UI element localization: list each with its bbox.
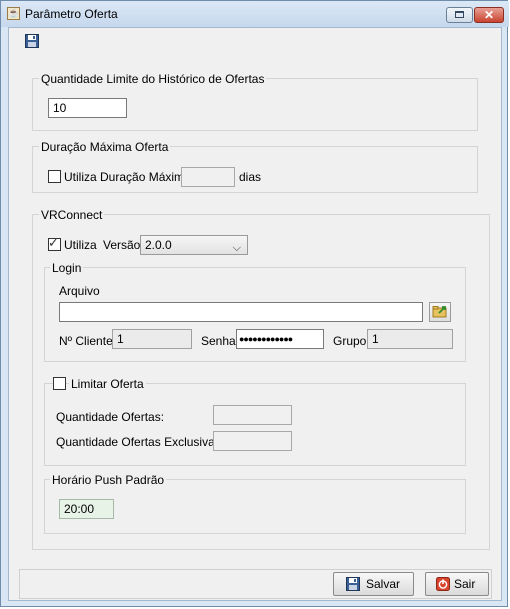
exit-button[interactable]: Sair [425, 572, 489, 596]
window-title: Parâmetro Oferta [25, 7, 118, 21]
cliente-label: Nº Cliente [59, 334, 113, 348]
cliente-input[interactable]: 1 [112, 329, 192, 349]
qtd-ofertas-label: Quantidade Ofertas: [56, 410, 165, 424]
limitar-title: Limitar Oferta [69, 377, 146, 391]
senha-label: Senha [201, 334, 236, 348]
restore-icon [455, 11, 464, 18]
restore-button[interactable] [446, 7, 473, 23]
push-time-input[interactable]: 20:00 [59, 499, 114, 519]
duracao-title: Duração Máxima Oferta [39, 140, 171, 154]
duracao-checkbox-label: Utiliza Duração Máxima [64, 170, 191, 184]
versao-label: Versão [103, 238, 141, 252]
save-button[interactable]: Salvar [333, 572, 414, 596]
historico-title: Quantidade Limite do Histórico de Oferta… [39, 72, 267, 86]
chevron-down-icon: ⌵ [232, 242, 241, 254]
duracao-checkbox[interactable] [48, 170, 61, 183]
versao-select[interactable]: 2.0.0 ⌵ [140, 235, 248, 255]
grupo-input[interactable]: 1 [367, 329, 453, 349]
qtd-ofertas-exclusivas-input[interactable] [213, 431, 292, 451]
arquivo-input[interactable] [59, 302, 423, 322]
folder-open-icon [432, 306, 447, 318]
footer-bar: Salvar Sair [19, 569, 492, 599]
grupo-label: Grupo [333, 334, 367, 348]
login-title: Login [50, 261, 84, 275]
title-bar: ☕ Parâmetro Oferta ✕ [1, 1, 509, 27]
save-icon[interactable] [25, 34, 39, 48]
exit-button-label: Sair [454, 577, 476, 591]
versao-value: 2.0.0 [145, 238, 172, 252]
close-button[interactable]: ✕ [474, 7, 504, 23]
qtd-ofertas-input[interactable] [213, 405, 292, 425]
java-cup-icon: ☕ [7, 7, 20, 20]
save-button-label: Salvar [366, 577, 401, 591]
save-icon [346, 577, 360, 591]
power-icon [436, 577, 450, 591]
duracao-unit: dias [239, 170, 262, 184]
limitar-checkbox[interactable] [53, 377, 66, 390]
utiliza-label: Utiliza [64, 238, 97, 252]
browse-folder-button[interactable] [429, 302, 451, 322]
senha-input[interactable]: ●●●●●●●●●●●● [236, 329, 324, 349]
window: ☕ Parâmetro Oferta ✕ Quantidade Limite d… [0, 0, 509, 607]
push-title: Horário Push Padrão [50, 473, 167, 487]
utiliza-checkbox[interactable]: ✓ [48, 236, 61, 251]
client-area: Quantidade Limite do Histórico de Oferta… [8, 27, 502, 601]
duracao-input[interactable] [181, 167, 235, 187]
arquivo-label: Arquivo [59, 284, 100, 298]
qtd-ofertas-exclusivas-label: Quantidade Ofertas Exclusivas: [56, 435, 225, 449]
historico-input[interactable]: 10 [48, 98, 127, 118]
vrconnect-title: VRConnect [39, 208, 105, 222]
